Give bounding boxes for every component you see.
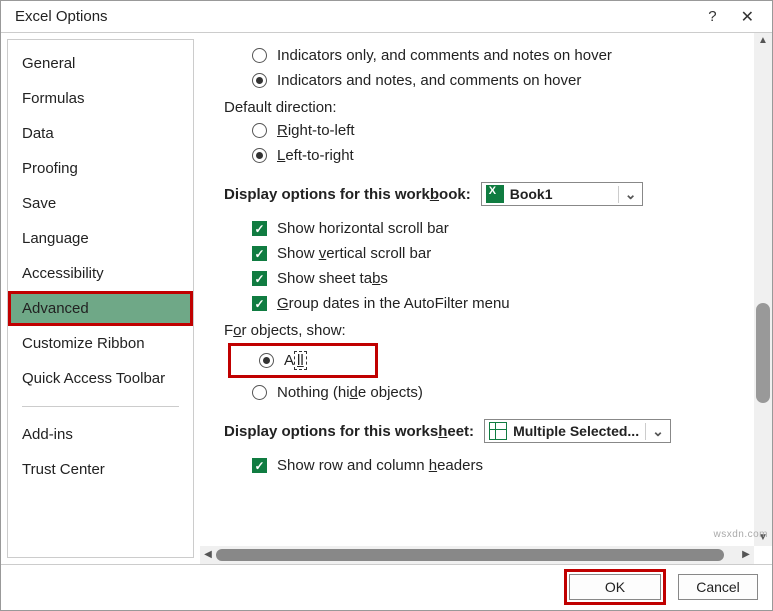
- worksheet-select-value: Multiple Selected...: [511, 423, 645, 439]
- ok-button[interactable]: OK: [569, 574, 661, 600]
- sidebar-item-data[interactable]: Data: [8, 116, 193, 151]
- sidebar-item-language[interactable]: Language: [8, 221, 193, 256]
- radio-comments-indicators-only[interactable]: Indicators only, and comments and notes …: [224, 43, 744, 68]
- radio-label: Left-to-right: [277, 147, 354, 164]
- sidebar-item-proofing[interactable]: Proofing: [8, 151, 193, 186]
- worksheet-icon: [489, 422, 507, 440]
- workbook-select[interactable]: Book1 ⌄: [481, 182, 644, 206]
- radio-objects-all[interactable]: All: [235, 348, 307, 373]
- default-direction-label: Default direction:: [224, 93, 744, 118]
- vertical-scrollbar[interactable]: ▲ ▼: [754, 33, 772, 546]
- checkbox-icon: [252, 221, 267, 236]
- hscroll-thumb[interactable]: [216, 549, 724, 561]
- check-label: Show vertical scroll bar: [277, 245, 431, 262]
- radio-left-to-right[interactable]: Left-to-right: [224, 143, 744, 168]
- radio-label: Right-to-left: [277, 122, 355, 139]
- radio-right-to-left[interactable]: Right-to-left: [224, 118, 744, 143]
- help-button[interactable]: ?: [694, 8, 730, 25]
- radio-icon: [259, 353, 274, 368]
- watermark: wsxdn.com: [713, 529, 768, 540]
- category-sidebar: General Formulas Data Proofing Save Lang…: [7, 39, 194, 558]
- check-row-column-headers[interactable]: Show row and column headers: [224, 453, 744, 478]
- checkbox-icon: [252, 271, 267, 286]
- radio-icon: [252, 148, 267, 163]
- cancel-button[interactable]: Cancel: [678, 574, 758, 600]
- radio-icon: [252, 48, 267, 63]
- window-title: Excel Options: [9, 8, 694, 25]
- for-objects-label: For objects, show:: [224, 316, 744, 341]
- options-panel: Indicators only, and comments and notes …: [200, 33, 772, 564]
- chevron-down-icon: ⌄: [618, 186, 643, 203]
- check-label: Show horizontal scroll bar: [277, 220, 449, 237]
- vscroll-thumb[interactable]: [756, 303, 770, 403]
- check-label: Group dates in the AutoFilter menu: [277, 295, 510, 312]
- worksheet-select[interactable]: Multiple Selected... ⌄: [484, 419, 671, 443]
- radio-label: Indicators and notes, and comments on ho…: [277, 72, 581, 89]
- dialog-footer: OK Cancel: [1, 564, 772, 608]
- scroll-up-icon[interactable]: ▲: [754, 33, 772, 49]
- section-worksheet-display: Display options for this worksheet: Mult…: [224, 419, 744, 443]
- radio-objects-nothing[interactable]: Nothing (hide objects): [224, 380, 744, 405]
- sidebar-item-customize-ribbon[interactable]: Customize Ribbon: [8, 326, 193, 361]
- sidebar-item-trust-center[interactable]: Trust Center: [8, 452, 193, 487]
- section-workbook-display: Display options for this workbook: Book1…: [224, 182, 744, 206]
- radio-label: Nothing (hide objects): [277, 384, 423, 401]
- radio-label: Indicators only, and comments and notes …: [277, 47, 612, 64]
- sidebar-item-quick-access[interactable]: Quick Access Toolbar: [8, 361, 193, 396]
- close-button[interactable]: ✕: [731, 7, 764, 27]
- titlebar: Excel Options ? ✕: [1, 1, 772, 33]
- sidebar-item-general[interactable]: General: [8, 46, 193, 81]
- radio-label: All: [284, 352, 307, 369]
- check-group-dates[interactable]: Group dates in the AutoFilter menu: [224, 291, 744, 316]
- sidebar-item-addins[interactable]: Add-ins: [8, 417, 193, 452]
- sidebar-item-accessibility[interactable]: Accessibility: [8, 256, 193, 291]
- dialog-body: General Formulas Data Proofing Save Lang…: [1, 33, 772, 564]
- radio-icon: [252, 385, 267, 400]
- chevron-down-icon: ⌄: [645, 423, 670, 440]
- checkbox-icon: [252, 458, 267, 473]
- sidebar-item-advanced[interactable]: Advanced: [8, 291, 193, 326]
- radio-icon: [252, 73, 267, 88]
- check-sheet-tabs[interactable]: Show sheet tabs: [224, 266, 744, 291]
- checkbox-icon: [252, 246, 267, 261]
- horizontal-scrollbar[interactable]: ◀ ▶: [200, 546, 754, 564]
- sidebar-item-save[interactable]: Save: [8, 186, 193, 221]
- highlight-ok: OK: [564, 569, 666, 605]
- excel-icon: [486, 185, 504, 203]
- scroll-area: Indicators only, and comments and notes …: [200, 33, 754, 546]
- sidebar-item-formulas[interactable]: Formulas: [8, 81, 193, 116]
- check-label: Show row and column headers: [277, 457, 483, 474]
- checkbox-icon: [252, 296, 267, 311]
- check-horizontal-scroll[interactable]: Show horizontal scroll bar: [224, 216, 744, 241]
- check-label: Show sheet tabs: [277, 270, 388, 287]
- highlight-objects-all: All: [228, 343, 378, 378]
- check-vertical-scroll[interactable]: Show vertical scroll bar: [224, 241, 744, 266]
- workbook-select-value: Book1: [508, 186, 618, 202]
- scroll-right-icon[interactable]: ▶: [738, 546, 754, 564]
- scroll-left-icon[interactable]: ◀: [200, 546, 216, 564]
- sidebar-divider: [22, 406, 179, 407]
- radio-comments-indicators-notes[interactable]: Indicators and notes, and comments on ho…: [224, 68, 744, 93]
- radio-icon: [252, 123, 267, 138]
